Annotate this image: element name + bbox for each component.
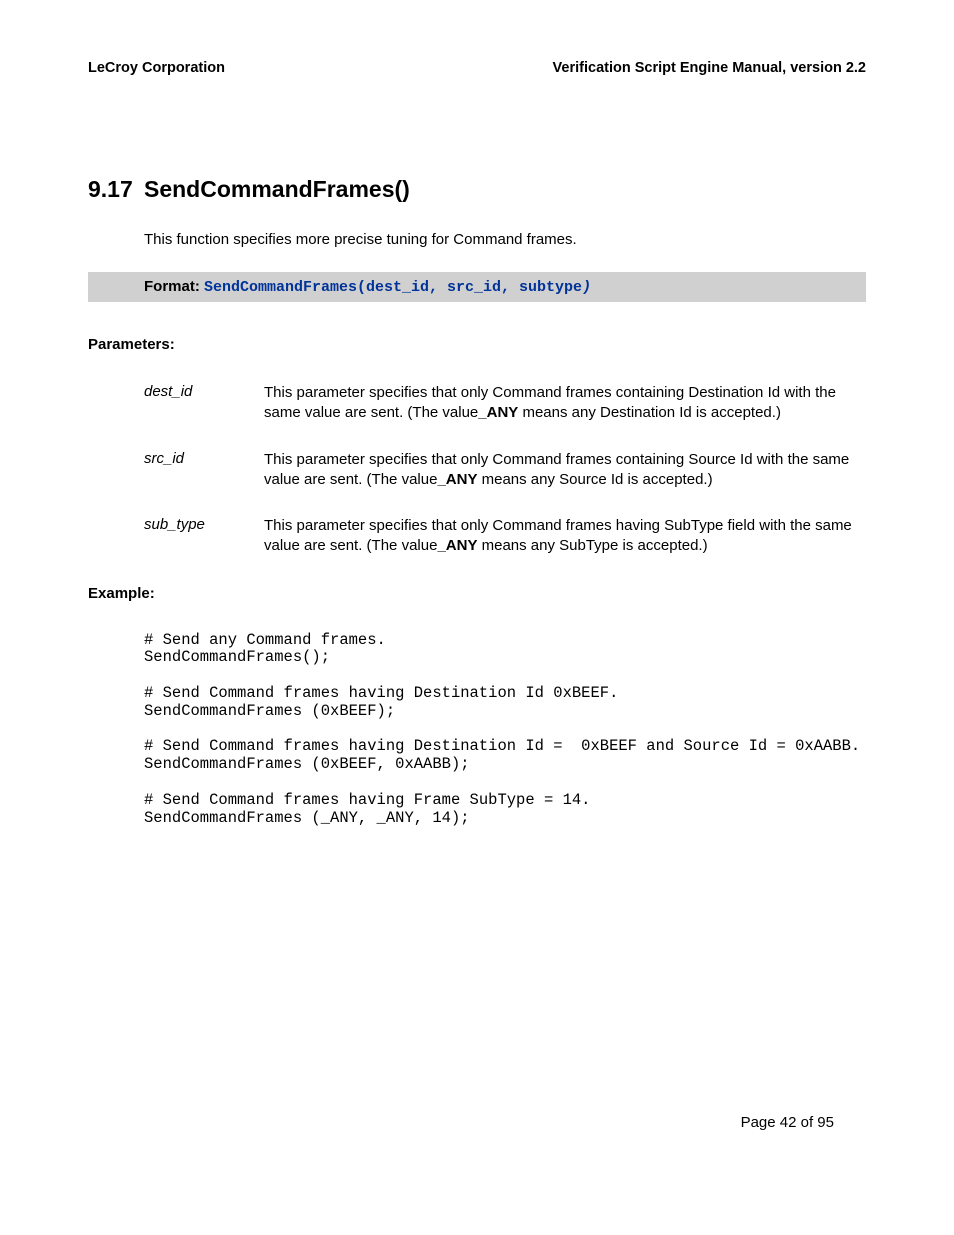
param-name: sub_type — [144, 516, 264, 557]
param-desc: This parameter specifies that only Comma… — [264, 383, 866, 424]
param-name: dest_id — [144, 383, 264, 424]
param-desc: This parameter specifies that only Comma… — [264, 516, 866, 557]
intro-text: This function specifies more precise tun… — [144, 231, 866, 248]
param-name: src_id — [144, 450, 264, 491]
format-label: Format: — [144, 278, 204, 295]
section-title: 9.17SendCommandFrames() — [88, 176, 866, 203]
example-heading: Example: — [88, 585, 866, 602]
format-bar: Format: SendCommandFrames(dest_id, src_i… — [88, 272, 866, 302]
header-right: Verification Script Engine Manual, versi… — [553, 60, 866, 76]
page-footer: Page 42 of 95 — [741, 1114, 834, 1131]
document-page: LeCroy Corporation Verification Script E… — [0, 0, 954, 1235]
code-example: # Send any Command frames. SendCommandFr… — [144, 632, 866, 828]
parameter-list: dest_id This parameter specifies that on… — [144, 383, 866, 557]
format-code: SendCommandFrames(dest_id, src_id, subty… — [204, 279, 591, 296]
header-left: LeCroy Corporation — [88, 60, 225, 76]
param-row: dest_id This parameter specifies that on… — [144, 383, 866, 424]
section-number: 9.17 — [88, 176, 144, 203]
page-header: LeCroy Corporation Verification Script E… — [88, 60, 866, 76]
param-row: sub_type This parameter specifies that o… — [144, 516, 866, 557]
param-desc: This parameter specifies that only Comma… — [264, 450, 866, 491]
section-name: SendCommandFrames() — [144, 176, 410, 202]
param-row: src_id This parameter specifies that onl… — [144, 450, 866, 491]
parameters-heading: Parameters: — [88, 336, 866, 353]
